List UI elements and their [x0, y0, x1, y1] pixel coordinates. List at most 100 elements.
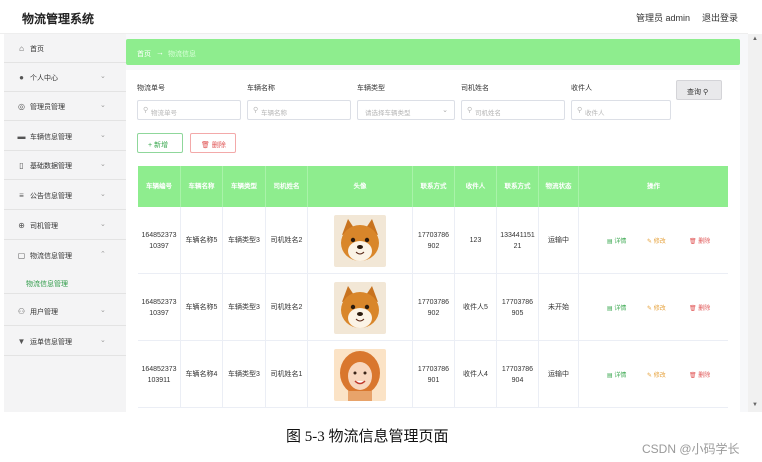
chevron-down-icon: ⌄ [100, 307, 106, 314]
cell-status: 未开始 [539, 274, 579, 341]
vehicle-name-input[interactable]: ⚲ 车辆名称 [247, 100, 351, 120]
search-label-driver-name: 司机姓名 [461, 85, 489, 92]
sidebar-item-personal-center[interactable]: ● 个人中心 ⌄ [4, 63, 126, 92]
sidebar-item-base-data[interactable]: ▯ 基础数据管理 ⌄ [4, 151, 126, 180]
cell-status: 运输中 [539, 207, 579, 274]
sidebar-item-driver[interactable]: ⊕ 司机管理 ⌄ [4, 211, 126, 240]
driver-name-input[interactable]: ⚲ 司机姓名 [461, 100, 565, 120]
cell-vehicle-type: 车辆类型3 [223, 207, 266, 274]
sidebar-item-notice-info[interactable]: ≡ 公告信息管理 ⌄ [4, 181, 126, 210]
avatar [334, 348, 386, 401]
detail-button[interactable]: ▤ 详情 [607, 237, 626, 248]
cell-driver-name: 司机姓名2 [266, 274, 308, 341]
watermark: CSDN @小码学长 [642, 442, 740, 456]
globe-icon: ⊕ [18, 221, 25, 230]
mobile-icon: ▯ [19, 161, 24, 170]
cell-receiver-phone: 17703786904 [497, 341, 539, 408]
logout-link[interactable]: 退出登录 [702, 11, 738, 24]
col-operations: 操作 [647, 183, 660, 190]
sidebar-item-vehicle-info[interactable]: ▬ 车辆信息管理 ⌄ [4, 122, 126, 151]
cell-phone: 17703786902 [413, 274, 455, 341]
avatar [334, 281, 386, 334]
search-icon: ⚲ [143, 107, 149, 114]
cell-receiver-phone: 17703786905 [497, 274, 539, 341]
detail-button[interactable]: ▤ 详情 [607, 371, 626, 382]
detail-button[interactable]: ▤ 详情 [607, 304, 626, 315]
admin-label: 管理员 admin [636, 13, 691, 23]
cell-vehicle-name: 车辆名称5 [181, 207, 223, 274]
cell-phone: 17703786901 [413, 341, 455, 408]
main-content: 首页 → 物流信息 物流单号 车辆名称 车辆类型 司机姓名 收件人 ⚲ 物流单号… [126, 34, 748, 412]
chevron-down-icon: ⌄ [100, 221, 106, 228]
cell-vehicle-no: 16485237310397 [138, 207, 181, 274]
cell-avatar [308, 341, 413, 408]
chevron-down-icon: ⌄ [100, 337, 106, 344]
receiver-input[interactable]: ⚲ 收件人 [571, 100, 671, 120]
user-icon: ● [19, 73, 24, 82]
cell-operations: ▤ 详情 ✎ 修改 🗑 删除 [579, 207, 728, 274]
edit-button[interactable]: ✎ 修改 [647, 304, 666, 315]
edit-button[interactable]: ✎ 修改 [647, 237, 666, 248]
delete-button[interactable]: 🗑 删除 [689, 237, 710, 248]
chevron-down-icon: ⌄ [442, 107, 448, 114]
sidebar: ⌂ 首页 ● 个人中心 ⌄ ◎ 管理员管理 ⌄ ▬ 车辆信息管理 ⌄ ▯ 基础数… [4, 34, 126, 412]
scroll-up-arrow-icon[interactable]: ▲ [752, 36, 758, 42]
search-icon: ⚲ [577, 107, 583, 114]
delete-button[interactable]: 🗑 删除 [689, 304, 710, 315]
page-scrollbar[interactable]: ▲ ▼ [748, 34, 762, 412]
search-icon: ⚲ [253, 107, 259, 114]
add-button[interactable]: + 新增 [137, 133, 183, 153]
vehicle-type-select[interactable]: 请选择车辆类型 ⌄ [357, 100, 455, 120]
cell-vehicle-name: 车辆名称4 [181, 341, 223, 408]
list-icon: ≡ [19, 191, 24, 200]
cell-vehicle-no: 164852373103911 [138, 341, 181, 408]
shiba-dog-image [334, 281, 386, 334]
col-driver-name: 司机姓名 [266, 166, 308, 207]
cell-vehicle-type: 车辆类型3 [223, 274, 266, 341]
cell-status: 运输中 [539, 341, 579, 408]
chevron-down-icon: ⌄ [100, 191, 106, 198]
delete-button[interactable]: 🗑 删除 [689, 371, 710, 382]
sidebar-item-logistics-info[interactable]: ▢ 物流信息管理 ⌃ [4, 241, 126, 270]
tracking-no-input[interactable]: ⚲ 物流单号 [137, 100, 241, 120]
compass-icon: ◎ [18, 102, 25, 111]
cell-vehicle-no: 16485237310397 [138, 274, 181, 341]
logistics-table: 车辆编号 车辆名称 车辆类型 司机姓名 头像 联系方式 收件人 联系方式 物流状… [138, 166, 728, 412]
search-label-tracking-no: 物流单号 [137, 85, 165, 92]
chevron-down-icon: ⌄ [100, 73, 106, 80]
breadcrumb-home[interactable]: 首页 [137, 49, 151, 59]
edit-button[interactable]: ✎ 修改 [647, 371, 666, 382]
cell-driver-name: 司机姓名1 [266, 341, 308, 408]
col-avatar: 头像 [308, 166, 413, 207]
chevron-up-icon: ⌃ [100, 251, 106, 258]
query-button[interactable]: 查询 ⚲ [676, 80, 722, 100]
cell-receiver: 123 [455, 207, 497, 274]
cell-avatar [308, 207, 413, 274]
chevron-down-icon: ⌄ [100, 132, 106, 139]
cell-vehicle-type: 车辆类型3 [223, 341, 266, 408]
col-phone: 联系方式 [413, 166, 455, 207]
cell-phone: 17703786902 [413, 207, 455, 274]
search-label-vehicle-type: 车辆类型 [357, 85, 385, 92]
sidebar-item-user-management[interactable]: ⚇ 用户管理 ⌄ [4, 297, 126, 326]
chevron-down-icon: ⌄ [100, 161, 106, 168]
cell-receiver-phone: 13344115121 [497, 207, 539, 274]
sidebar-item-waybill-info[interactable]: ▼ 运单信息管理 ⌄ [4, 327, 126, 356]
sidebar-subitem-logistics-info[interactable]: 物流信息管理 [4, 272, 126, 294]
cell-operations: ▤ 详情 ✎ 修改 🗑 删除 [579, 274, 728, 341]
monitor-icon: ▬ [17, 132, 26, 141]
table-row: 16485237310397 车辆名称5 车辆类型3 司机姓名2 1770378… [138, 274, 728, 341]
search-icon: ⚲ [467, 107, 473, 114]
sidebar-item-home[interactable]: ⌂ 首页 [4, 34, 126, 63]
cell-vehicle-name: 车辆名称5 [181, 274, 223, 341]
col-receiver-phone: 联系方式 [497, 166, 539, 207]
table-row: 164852373103911 车辆名称4 车辆类型3 司机姓名1 177037… [138, 341, 728, 408]
table-row: 16485237310397 车辆名称5 车辆类型3 司机姓名2 1770378… [138, 207, 728, 274]
sidebar-item-admin-management[interactable]: ◎ 管理员管理 ⌄ [4, 92, 126, 121]
chevron-down-icon: ⌄ [100, 102, 106, 109]
scroll-down-arrow-icon[interactable]: ▼ [752, 402, 758, 408]
batch-delete-button[interactable]: 🗑 删除 [190, 133, 236, 153]
avatar [334, 214, 386, 267]
col-vehicle-type: 车辆类型 [223, 166, 266, 207]
figure-caption: 图 5-3 物流信息管理页面 [286, 429, 449, 445]
